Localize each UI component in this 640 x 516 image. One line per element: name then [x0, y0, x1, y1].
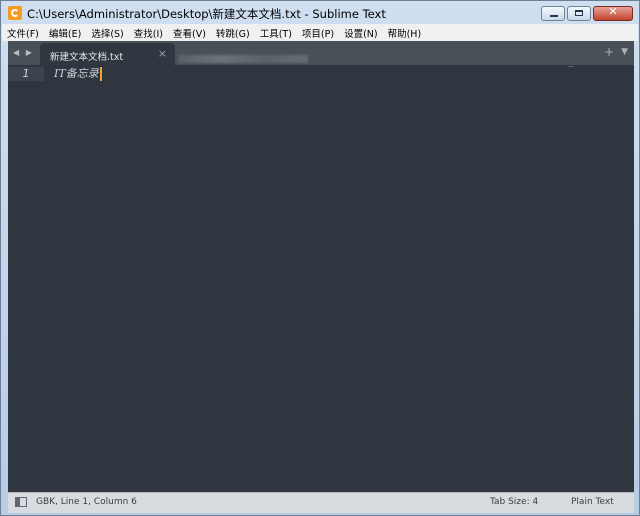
- close-icon: ✕: [608, 5, 618, 18]
- close-button[interactable]: ✕: [593, 5, 633, 21]
- menu-project[interactable]: 项目(P): [297, 24, 339, 41]
- sublime-window: C:\Users\Administrator\Desktop\新建文本文档.tx…: [0, 0, 640, 516]
- title-bar[interactable]: C:\Users\Administrator\Desktop\新建文本文档.tx…: [1, 1, 639, 25]
- window-title: C:\Users\Administrator\Desktop\新建文本文档.tx…: [27, 7, 386, 21]
- minimize-button[interactable]: [541, 6, 565, 21]
- status-syntax[interactable]: Plain Text: [571, 497, 614, 507]
- tab-active-file[interactable]: 新建文本文档.txt ×: [40, 43, 175, 65]
- new-tab-icon[interactable]: +: [604, 45, 614, 59]
- menu-view[interactable]: 查看(V): [168, 24, 211, 41]
- menu-help[interactable]: 帮助(H): [383, 24, 427, 41]
- minimap-viewport[interactable]: [568, 66, 574, 67]
- blurred-region: [178, 55, 308, 63]
- menu-preferences[interactable]: 设置(N): [339, 24, 383, 41]
- menu-edit[interactable]: 编辑(E): [44, 24, 86, 41]
- tab-menu-chevron-down-icon[interactable]: ▼: [621, 47, 628, 57]
- tab-nav-arrows-icon[interactable]: ◀ ▶: [13, 48, 34, 57]
- text-caret: [99, 67, 102, 81]
- status-bar: GBK, Line 1, Column 6 Tab Size: 4 Plain …: [8, 492, 634, 513]
- tab-label: 新建文本文档.txt: [50, 52, 124, 63]
- menu-bar: 文件(F) 编辑(E) 选择(S) 查找(I) 查看(V) 转跳(G) 工具(T…: [2, 24, 638, 42]
- menu-tools[interactable]: 工具(T): [255, 24, 297, 41]
- code-line-text: IT备忘录: [54, 67, 99, 80]
- line-number: 1: [8, 67, 44, 81]
- sublime-app-icon[interactable]: [8, 6, 22, 20]
- line-gutter: 1: [8, 65, 50, 492]
- minimize-icon: [550, 15, 558, 17]
- menu-selection[interactable]: 选择(S): [86, 24, 128, 41]
- tab-close-icon[interactable]: ×: [158, 47, 167, 60]
- maximize-button[interactable]: [567, 6, 591, 21]
- menu-goto[interactable]: 转跳(G): [211, 24, 255, 41]
- sidebar-toggle-icon[interactable]: [15, 497, 27, 507]
- status-encoding-position[interactable]: GBK, Line 1, Column 6: [36, 497, 137, 507]
- maximize-icon: [575, 10, 583, 16]
- tab-bar: ◀ ▶ 新建文本文档.txt × + ▼: [8, 41, 634, 65]
- code-line[interactable]: IT备忘录: [54, 67, 102, 81]
- editor-area[interactable]: 1 IT备忘录: [8, 65, 634, 492]
- window-controls: ✕: [539, 5, 633, 21]
- menu-find[interactable]: 查找(I): [129, 24, 168, 41]
- status-tab-size[interactable]: Tab Size: 4: [490, 497, 538, 507]
- menu-file[interactable]: 文件(F): [2, 24, 44, 41]
